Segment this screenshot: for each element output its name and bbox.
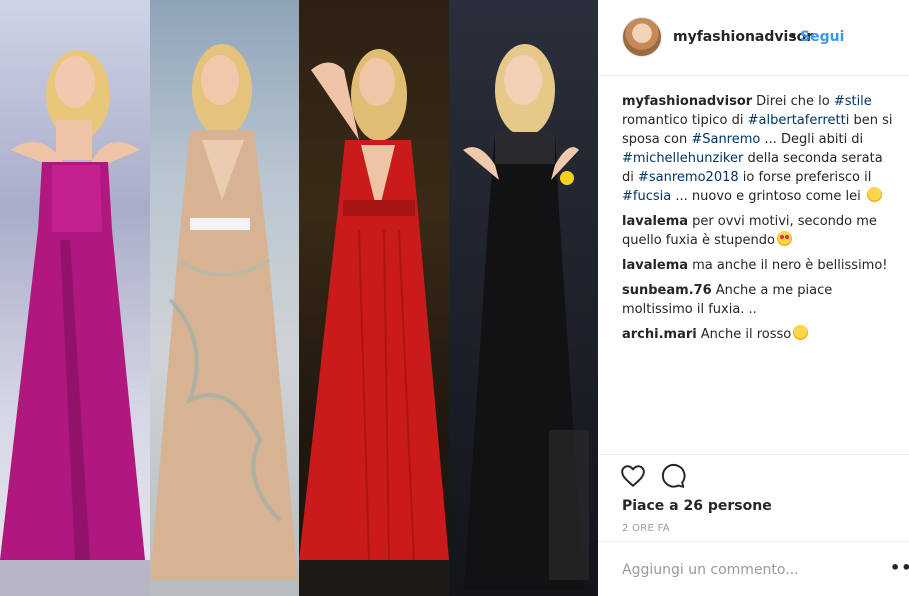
comment-box-divider [598, 541, 909, 542]
smile-emoji-icon [793, 325, 809, 340]
separator-dot: • [789, 29, 798, 45]
heart-eyes-emoji-icon [776, 231, 792, 246]
caption-text: ... Degli abiti di [760, 132, 864, 147]
comment-item: lavalema per ovvi motivi, secondo me quel… [622, 212, 896, 250]
hashtag-link[interactable]: #Sanremo [691, 132, 760, 147]
hashtag-link[interactable]: #stile [834, 94, 872, 109]
post-sidebar: myfashionadvisor • Segui myfashionadviso… [598, 0, 909, 596]
photo-panel-nude [150, 0, 299, 596]
photo-panel-red [299, 0, 449, 596]
comment-username[interactable]: archi.mari [622, 327, 697, 342]
actions-divider [598, 454, 909, 455]
comments-list: myfashionadvisor Direi che lo #stile roma… [622, 92, 896, 350]
more-options-button[interactable]: ••• [890, 558, 909, 577]
hashtag-link[interactable]: #michellehunziker [622, 151, 743, 166]
caption: myfashionadvisor Direi che lo #stile roma… [622, 92, 896, 206]
comment-item: lavalema ma anche il nero è bellissimo! [622, 256, 896, 275]
comment-text: ma anche il nero è bellissimo! [692, 258, 888, 273]
comment-icon[interactable] [660, 463, 686, 489]
post-header: myfashionadvisor • Segui [598, 0, 909, 76]
caption-username[interactable]: myfashionadvisor [622, 94, 752, 109]
heart-icon[interactable] [620, 463, 646, 489]
hashtag-link[interactable]: #sanremo2018 [638, 170, 739, 185]
photo-panel-fuchsia [0, 0, 150, 596]
follow-button[interactable]: Segui [800, 29, 844, 45]
add-comment-input[interactable]: Aggiungi un commento... [622, 562, 799, 578]
caption-text: romantico tipico di [622, 113, 748, 128]
comment-text: Anche il rosso [700, 327, 792, 342]
caption-text: io forse preferisco il [738, 170, 872, 185]
comment-item: archi.mari Anche il rosso [622, 325, 896, 344]
photo-panel-black [449, 0, 598, 596]
comment-username[interactable]: sunbeam.76 [622, 283, 712, 298]
smile-emoji-icon [866, 187, 882, 202]
hashtag-link[interactable]: #fucsia [622, 189, 671, 204]
comment-username[interactable]: lavalema [622, 214, 688, 229]
avatar[interactable] [622, 17, 662, 57]
post-timestamp: 2 ORE FA [622, 523, 670, 534]
caption-text: ... nuovo e grintoso come lei [671, 189, 865, 204]
comment-username[interactable]: lavalema [622, 258, 688, 273]
comment-item: sunbeam.76 Anche a me piace moltissimo il… [622, 281, 896, 319]
caption-text: Direi che lo [756, 94, 834, 109]
hashtag-link[interactable]: #albertaferretti [748, 113, 850, 128]
likes-count[interactable]: Piace a 26 persone [622, 498, 772, 514]
post-photo[interactable] [0, 0, 598, 596]
